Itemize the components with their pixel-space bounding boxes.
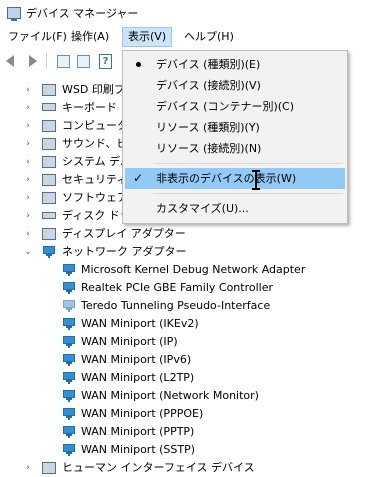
network-adapter-icon [62, 354, 76, 366]
text-cursor-icon [252, 170, 260, 190]
menu-help[interactable]: ヘルプ(H) [179, 28, 239, 46]
chevron-right-icon[interactable]: › [24, 122, 32, 131]
chevron-right-icon[interactable]: › [24, 140, 32, 149]
tree-item-label: ネットワーク アダプター [62, 245, 187, 258]
show-hide-console-tree-button[interactable] [55, 53, 71, 69]
menu-separator [153, 163, 343, 164]
menu-item-resources-by-connection[interactable]: リソース (接続別)(N) [125, 138, 345, 159]
software-device-icon [42, 192, 56, 204]
tree-item-label: WAN Miniport (PPTP) [81, 425, 195, 438]
tree-item-label: WAN Miniport (IPv6) [81, 353, 192, 366]
tree-item-label: キーボード [62, 101, 117, 114]
network-adapter-icon [62, 444, 76, 456]
tree-item-label: WAN Miniport (IP) [81, 335, 178, 348]
help-button[interactable]: ? [97, 53, 113, 69]
back-button[interactable] [4, 53, 20, 69]
menu-item-devices-by-container[interactable]: デバイス (コンテナー別)(C) [125, 96, 345, 117]
network-adapter-icon [62, 372, 76, 384]
chevron-right-icon[interactable]: › [24, 230, 32, 239]
network-adapter-icon [42, 246, 56, 258]
tree-item-label: ディスプレイ アダプター [62, 227, 186, 240]
menu-view[interactable]: 表示(V) [122, 27, 173, 47]
network-adapter-icon [62, 426, 76, 438]
hidden-network-adapter-icon [62, 300, 76, 312]
checkmark-icon: ✓ [133, 171, 144, 185]
computer-icon [42, 120, 56, 132]
forward-arrow-icon [29, 55, 37, 67]
printer-icon [42, 84, 56, 96]
network-adapter-icon [62, 264, 76, 276]
title-bar: デバイス マネージャー [0, 0, 374, 26]
menu-item-devices-by-type[interactable]: デバイス (種類別)(E) [125, 54, 345, 75]
display-adapter-icon [42, 228, 56, 240]
network-adapter-icon [62, 282, 76, 294]
menu-item-label: デバイス (種類別)(E) [156, 58, 261, 71]
tree-item-label: ヒューマン インターフェイス デバイス [62, 461, 255, 474]
tree-item-label: WSD 印刷プ [62, 83, 125, 96]
speaker-icon [42, 138, 56, 150]
network-adapter-icon [62, 390, 76, 402]
menu-separator [153, 193, 343, 194]
network-adapter-icon [62, 318, 76, 330]
console-tree-icon [57, 55, 70, 68]
view-menu-dropdown: デバイス (種類別)(E) デバイス (接続別)(V) デバイス (コンテナー別… [122, 50, 348, 224]
chevron-right-icon[interactable]: › [24, 212, 32, 221]
menu-item-customize[interactable]: カスタマイズ(U)... [125, 198, 345, 219]
radio-dot-icon [136, 62, 141, 67]
chevron-down-icon[interactable]: ⌄ [24, 248, 32, 257]
toolbar-separator [46, 53, 47, 69]
device-manager-icon [7, 7, 21, 21]
tree-item-label: Teredo Tunneling Pseudo-Interface [81, 299, 271, 312]
properties-icon [77, 55, 90, 68]
menu-item-devices-by-connection[interactable]: デバイス (接続別)(V) [125, 75, 345, 96]
tree-item-label: WAN Miniport (Network Monitor) [81, 389, 259, 402]
menu-item-show-hidden-devices[interactable]: ✓ 非表示のデバイスの表示(W) [125, 168, 345, 189]
menu-item-resources-by-type[interactable]: リソース (種類別)(Y) [125, 117, 345, 138]
system-device-icon [42, 156, 56, 168]
menu-file[interactable]: ファイル(F) [3, 28, 72, 46]
tree-item-label: セキュリティ [62, 173, 128, 186]
tree-item-label: WAN Miniport (PPPOE) [81, 407, 204, 420]
tree-item-label: Realtek PCIe GBE Family Controller [81, 281, 274, 294]
chevron-right-icon[interactable]: › [24, 176, 32, 185]
window-title: デバイス マネージャー [26, 7, 139, 20]
chevron-right-icon[interactable]: › [24, 194, 32, 203]
network-adapter-icon [62, 336, 76, 348]
chevron-right-icon[interactable]: › [24, 104, 32, 113]
menu-item-label: 非表示のデバイスの表示(W) [156, 172, 297, 185]
tree-item-label: システム デバ [62, 155, 132, 168]
disk-drive-icon [42, 212, 56, 219]
menu-bar: ファイル(F) 操作(A) 表示(V) ヘルプ(H) [0, 26, 374, 48]
keyboard-icon [42, 103, 56, 111]
properties-button[interactable] [75, 53, 91, 69]
tree-item-label: Microsoft Kernel Debug Network Adapter [81, 263, 306, 276]
menu-item-label: リソース (種類別)(Y) [156, 121, 260, 134]
menu-action[interactable]: 操作(A) [66, 28, 114, 46]
menu-item-label: カスタマイズ(U)... [156, 202, 249, 215]
tree-item-label: WAN Miniport (IKEv2) [81, 317, 199, 330]
hid-icon [42, 462, 56, 474]
help-icon: ? [99, 54, 112, 69]
tree-item-label: WAN Miniport (L2TP) [81, 371, 195, 384]
chevron-right-icon[interactable]: › [24, 158, 32, 167]
menu-item-label: デバイス (コンテナー別)(C) [156, 100, 295, 113]
chevron-right-icon[interactable]: › [24, 86, 32, 95]
menu-item-label: リソース (接続別)(N) [156, 142, 262, 155]
security-icon [42, 174, 56, 186]
back-arrow-icon [6, 55, 14, 67]
chevron-right-icon[interactable]: › [24, 464, 32, 473]
tree-item-label: WAN Miniport (SSTP) [81, 443, 196, 456]
menu-item-label: デバイス (接続別)(V) [156, 79, 261, 92]
network-adapter-icon [62, 408, 76, 420]
forward-button[interactable] [24, 53, 40, 69]
